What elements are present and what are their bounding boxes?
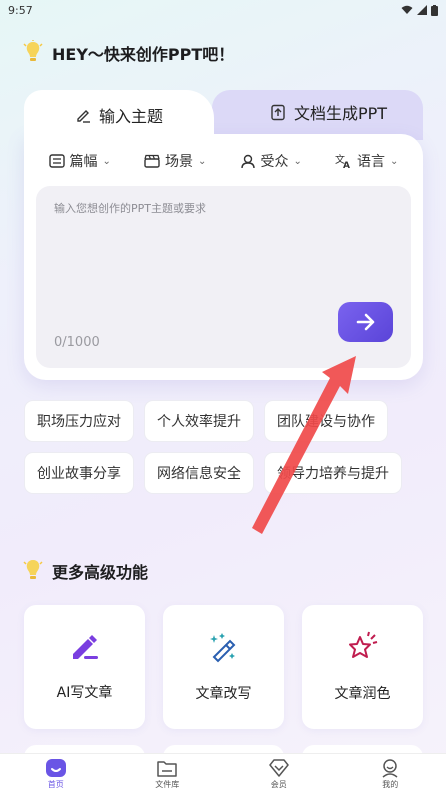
status-bar: 9:57 [0,0,446,20]
wifi-icon [401,5,413,14]
suggestion-chip[interactable]: 职场压力应对 [24,400,134,442]
pen-icon [72,635,98,659]
tab-input-topic-label: 输入主题 [98,107,163,126]
nav-profile-label: 我的 [382,779,399,789]
feature-grid: AI写文章 文章改写 文章润色 [24,605,424,729]
suggestion-chip[interactable]: 创业故事分享 [24,452,134,494]
status-icons [401,4,438,16]
option-length[interactable]: 篇幅 ⌄ [48,151,111,171]
section-title: 更多高级功能 [52,563,149,582]
chip-row: 创业故事分享 网络信息安全 领导力培养与提升 [24,452,424,494]
nav-home-label: 首页 [47,779,64,789]
char-counter: 0/1000 [54,335,100,350]
advanced-features-header: 更多高级功能 [22,558,148,584]
option-audience-label: 受众 [260,154,289,170]
chevron-down-icon: ⌄ [390,155,399,167]
topic-input[interactable]: 输入您想创作的PPT主题或要求 0/1000 [36,186,411,368]
folder-icon [157,760,177,777]
signal-icon [417,5,427,15]
translate-icon: 文 A [335,153,350,169]
suggestion-chip[interactable]: 团队建设与协作 [264,400,388,442]
profile-icon [382,758,398,778]
length-icon [48,154,65,168]
option-scene-label: 场景 [165,154,194,170]
chevron-down-icon: ⌄ [102,155,111,167]
feature-ai-write[interactable]: AI写文章 [24,605,145,729]
feature-label: 文章润色 [334,686,391,702]
option-language[interactable]: 文 A 语言 ⌄ [335,151,398,171]
nav-membership[interactable]: 会员 [249,758,309,790]
feature-label: AI写文章 [56,685,113,701]
suggestion-chips: 职场压力应对 个人效率提升 团队建设与协作 创业故事分享 网络信息安全 领导力培… [24,400,424,504]
home-icon [45,758,66,777]
chip-row: 职场压力应对 个人效率提升 团队建设与协作 [24,400,424,442]
upload-doc-icon [271,104,285,120]
magic-wand-icon [209,633,235,663]
arrow-right-icon [356,313,374,331]
suggestion-chip[interactable]: 个人效率提升 [144,400,254,442]
hero-header: HEY～快来创作PPT吧！ [22,40,234,66]
topic-input-placeholder: 输入您想创作的PPT主题或要求 [54,202,206,215]
battery-icon [431,4,438,16]
sparkle-star-icon [348,631,377,658]
option-length-label: 篇幅 [69,154,98,170]
submit-button[interactable] [338,302,393,342]
status-time: 9:57 [8,3,33,17]
sparkle-bulb-icon [23,560,43,579]
diamond-icon [269,758,289,777]
nav-profile[interactable]: 我的 [360,758,420,790]
suggestion-chip[interactable]: 领导力培养与提升 [264,452,402,494]
feature-label: 文章改写 [195,686,252,702]
nav-home[interactable]: 首页 [26,758,86,790]
person-icon [240,154,255,169]
option-language-label: 语言 [357,154,386,170]
tab-doc-to-ppt-label: 文档生成PPT [293,104,388,123]
clapperboard-icon [144,154,160,168]
bottom-nav: 首页 文件库 会员 我的 [0,753,446,793]
create-card: 输入主题 文档生成PPT 篇幅 ⌄ 场景 ⌄ 受众 ⌄ 文 A 语言 ⌄ 输入您… [24,90,423,380]
chevron-down-icon: ⌄ [198,155,207,167]
option-scene[interactable]: 场景 ⌄ [144,151,206,171]
nav-files[interactable]: 文件库 [137,758,197,790]
suggestion-chip[interactable]: 网络信息安全 [144,452,254,494]
nav-membership-label: 会员 [270,779,287,789]
feature-polish[interactable]: 文章润色 [302,605,423,729]
options-bar: 篇幅 ⌄ 场景 ⌄ 受众 ⌄ 文 A 语言 ⌄ [24,146,423,176]
hero-title: HEY～快来创作PPT吧！ [52,45,235,64]
svg-text:A: A [343,161,350,169]
tab-doc-to-ppt[interactable]: 文档生成PPT [234,90,423,134]
edit-icon [77,110,90,123]
option-audience[interactable]: 受众 ⌄ [240,151,302,171]
nav-files-label: 文件库 [155,779,180,789]
feature-rewrite[interactable]: 文章改写 [163,605,284,729]
chevron-down-icon: ⌄ [293,155,302,167]
sparkle-bulb-icon [23,40,43,61]
tab-input-topic[interactable]: 输入主题 [24,90,214,140]
